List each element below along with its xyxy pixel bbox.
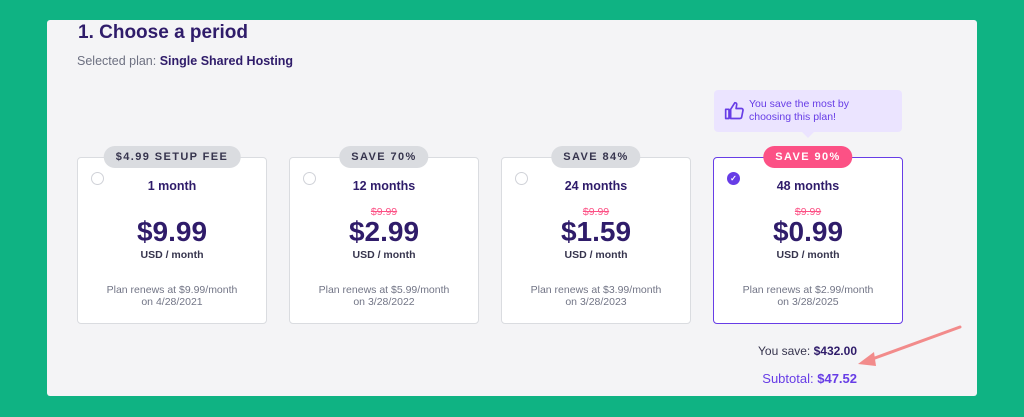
- plan-price: $2.99: [348, 216, 420, 247]
- savings-label: You save:: [758, 344, 811, 358]
- plan-renewal-info: Plan renews at $3.99/month on 3/28/2023: [516, 284, 676, 308]
- plan-price: $0.99: [772, 216, 844, 247]
- renewal-date: on 3/28/2022: [353, 296, 415, 308]
- selected-plan-label: Selected plan:: [77, 54, 157, 68]
- thumbs-up-icon: [724, 101, 744, 120]
- renewal-date: on 3/28/2023: [565, 296, 627, 308]
- plan-price: $1.59: [560, 216, 632, 247]
- selected-plan-name: Single Shared Hosting: [159, 54, 294, 68]
- tooltip-pointer: [802, 132, 814, 138]
- plan-period: 48 months: [776, 179, 840, 193]
- plan-badge: $4.99 SETUP FEE: [103, 146, 241, 168]
- subtotal-label: Subtotal:: [762, 371, 814, 386]
- plan-card-1-month[interactable]: $4.99 SETUP FEE 1 month $9.99 USD / mont…: [77, 146, 267, 324]
- plan-price-unit: USD / month: [564, 249, 628, 261]
- renewal-line: Plan renews at $5.99/month: [318, 284, 450, 296]
- plan-period: 12 months: [352, 179, 416, 193]
- plan-badge: SAVE 90%: [763, 146, 853, 168]
- plan-price: $9.99: [136, 216, 208, 247]
- plan-period: 1 month: [147, 179, 197, 193]
- selected-plan-line: Selected plan: Single Shared Hosting: [77, 54, 293, 68]
- period-selection-panel: 1. Choose a period Selected plan: Single…: [47, 20, 977, 396]
- plan-renewal-info: Plan renews at $2.99/month on 3/28/2025: [728, 284, 888, 308]
- plan-badge: SAVE 84%: [551, 146, 641, 168]
- subtotal-line: Subtotal: $47.52: [762, 371, 857, 386]
- savings-line: You save: $432.00: [758, 344, 857, 358]
- best-value-tooltip: You save the most by choosing this plan!: [714, 90, 902, 138]
- page-title: 1. Choose a period: [78, 22, 248, 43]
- plan-renewal-info: Plan renews at $5.99/month on 3/28/2022: [304, 284, 464, 308]
- plan-card-12-months[interactable]: SAVE 70% 12 months $9.99 $2.99 USD / mon…: [289, 146, 479, 324]
- plan-price-unit: USD / month: [140, 249, 204, 261]
- renewal-line: Plan renews at $9.99/month: [106, 284, 238, 296]
- plan-card-48-months[interactable]: SAVE 90% ✓ 48 months $9.99 $0.99 USD / m…: [713, 146, 903, 324]
- renewal-line: Plan renews at $2.99/month: [742, 284, 874, 296]
- plan-price-unit: USD / month: [776, 249, 840, 261]
- renewal-line: Plan renews at $3.99/month: [530, 284, 662, 296]
- plan-price-unit: USD / month: [352, 249, 416, 261]
- plan-card-24-months[interactable]: SAVE 84% 24 months $9.99 $1.59 USD / mon…: [501, 146, 691, 324]
- annotation-arrow-icon: [858, 325, 962, 366]
- renewal-date: on 3/28/2025: [777, 296, 839, 308]
- plan-period: 24 months: [564, 179, 628, 193]
- renewal-date: on 4/28/2021: [141, 296, 203, 308]
- plan-renewal-info: Plan renews at $9.99/month on 4/28/2021: [92, 284, 252, 308]
- tooltip-text: You save the most by choosing this plan!: [749, 98, 850, 123]
- plan-badge: SAVE 70%: [339, 146, 429, 168]
